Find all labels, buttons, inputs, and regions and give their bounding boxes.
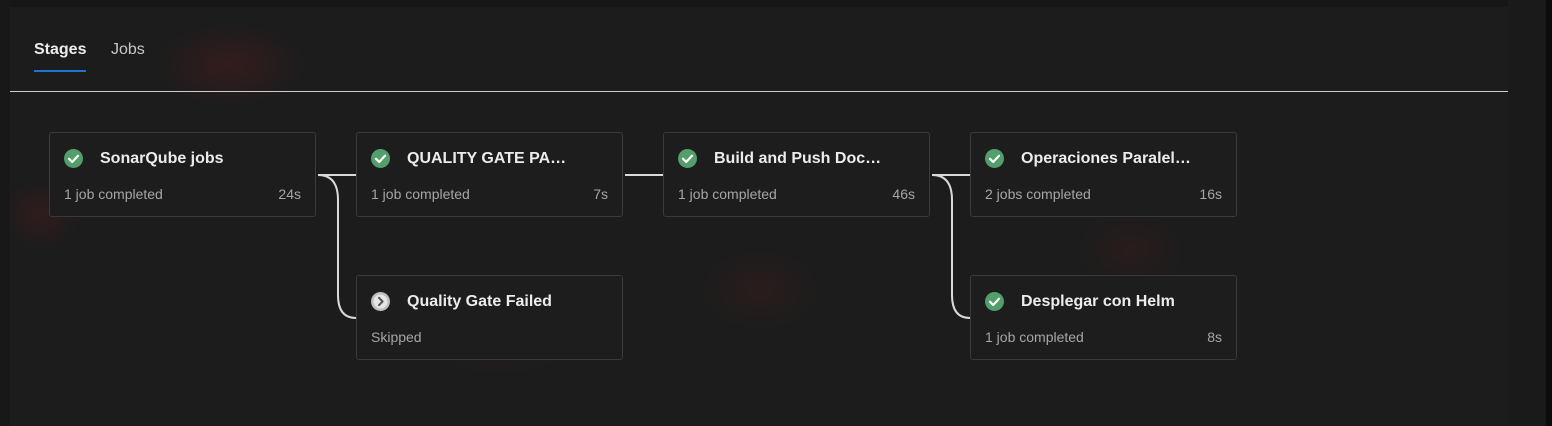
stage-status: 1 job completed (371, 186, 470, 202)
stage-status: Skipped (371, 329, 422, 345)
check-circle-icon (371, 149, 390, 168)
stage-title: SonarQube jobs (100, 150, 224, 167)
stage-status: 1 job completed (678, 186, 777, 202)
connector-build-to-helm (931, 174, 971, 319)
stage-duration: 7s (593, 186, 608, 202)
stage-card-quality-gate-passed[interactable]: QUALITY GATE PA… 1 job completed 7s (356, 132, 623, 217)
stage-status: 1 job completed (985, 329, 1084, 345)
check-circle-icon (64, 149, 83, 168)
stage-title: Quality Gate Failed (407, 293, 552, 310)
check-circle-icon (985, 149, 1004, 168)
stage-card-operaciones-paralelas[interactable]: Operaciones Paralel… 2 jobs completed 16… (970, 132, 1237, 217)
stage-duration: 24s (278, 186, 301, 202)
stage-title: Desplegar con Helm (1021, 293, 1175, 310)
stage-title: QUALITY GATE PA… (407, 150, 567, 167)
check-circle-icon (678, 149, 697, 168)
stage-card-sonarqube[interactable]: SonarQube jobs 1 job completed 24s (49, 132, 316, 217)
stage-card-quality-gate-failed[interactable]: Quality Gate Failed Skipped (356, 275, 623, 360)
stage-status: 1 job completed (64, 186, 163, 202)
stage-card-desplegar-con-helm[interactable]: Desplegar con Helm 1 job completed 8s (970, 275, 1237, 360)
stage-card-build-and-push[interactable]: Build and Push Doc… 1 job completed 46s (663, 132, 930, 217)
stage-duration: 8s (1207, 329, 1222, 345)
stage-duration: 46s (892, 186, 915, 202)
stage-title: Build and Push Doc… (714, 150, 882, 167)
skipped-icon (371, 292, 390, 311)
stage-title: Operaciones Paralel… (1021, 150, 1191, 167)
connector-sonarqube-to-qualitygatefailed (317, 174, 357, 319)
check-circle-icon (985, 292, 1004, 311)
stage-status: 2 jobs completed (985, 186, 1091, 202)
stage-duration: 16s (1199, 186, 1222, 202)
